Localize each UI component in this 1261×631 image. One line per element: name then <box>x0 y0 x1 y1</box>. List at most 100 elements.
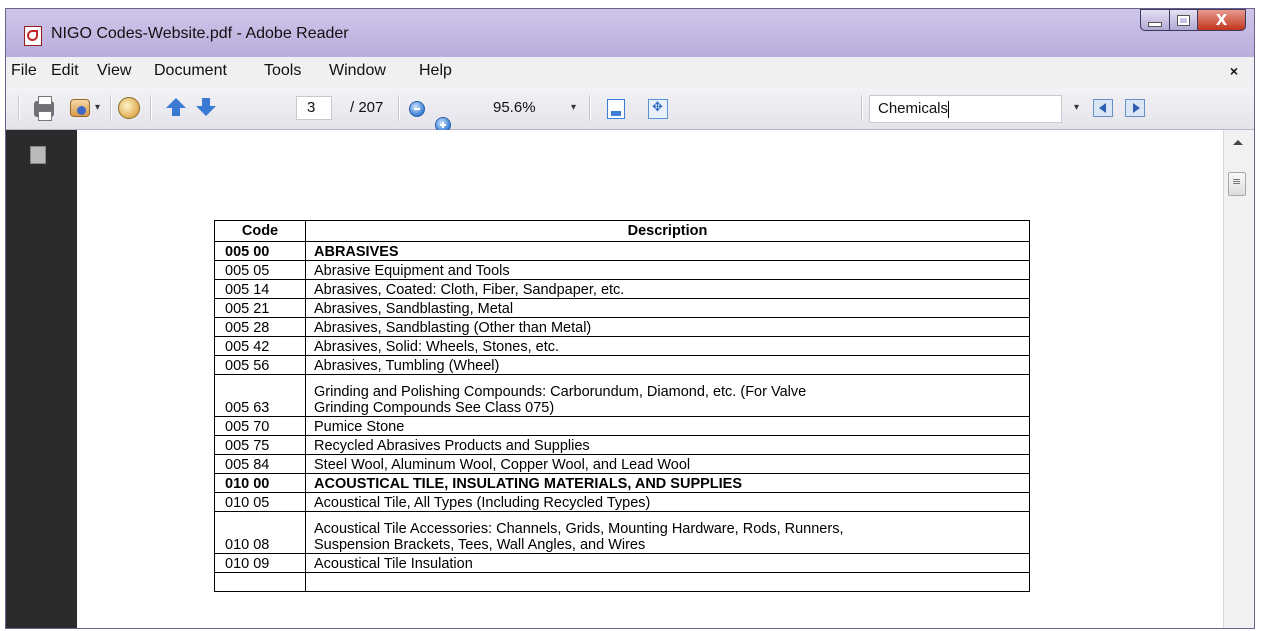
description-cell: Acoustical Tile Accessories: Channels, G… <box>305 511 1030 554</box>
menu-file[interactable]: File <box>11 62 37 80</box>
description-cell: Recycled Abrasives Products and Supplies <box>305 435 1030 455</box>
minimize-button[interactable] <box>1140 9 1170 31</box>
table-row: 005 42 Abrasives, Solid: Wheels, Stones, … <box>214 336 1030 356</box>
column-header-code: Code <box>214 220 306 242</box>
menu-view[interactable]: View <box>97 62 131 80</box>
vertical-scrollbar[interactable] <box>1223 130 1254 628</box>
code-cell: 005 84 <box>214 454 306 474</box>
printer-icon[interactable] <box>34 96 54 121</box>
pages-panel-icon[interactable] <box>26 146 46 169</box>
menu-edit[interactable]: Edit <box>51 62 79 80</box>
code-cell: 005 00 <box>214 241 306 261</box>
page-total: / 207 <box>350 99 384 116</box>
table-row: 005 21 Abrasives, Sandblasting, Metal <box>214 298 1030 318</box>
codes-table: Code Description 005 00 ABRASIVES 005 05 A… <box>214 220 1030 592</box>
fit-width-icon[interactable] <box>648 99 668 119</box>
code-cell: 005 63 <box>214 374 306 417</box>
search-value: Chemicals <box>878 100 949 117</box>
app-window: NIGO Codes-Website.pdf - Adobe Reader X … <box>5 8 1255 629</box>
toolbar: ▾ 3 / 207 95.6% ▾ Chemicals ▾ <box>6 87 1254 133</box>
find-next-icon[interactable] <box>1125 99 1145 117</box>
scroll-thumb[interactable] <box>1228 172 1246 196</box>
table-row: 010 08 Acoustical Tile Accessories: Chann… <box>214 511 1030 554</box>
minimize-icon <box>1148 21 1162 27</box>
menu-tools[interactable]: Tools <box>264 62 301 80</box>
column-header-description: Description <box>305 220 1030 242</box>
toolbar-separator <box>150 95 152 121</box>
code-cell: 005 21 <box>214 298 306 318</box>
chevron-down-icon[interactable]: ▾ <box>571 102 576 113</box>
description-cell: Acoustical Tile, All Types (Including Re… <box>305 492 1030 512</box>
find-previous-icon[interactable] <box>1093 99 1113 117</box>
code-cell: 010 08 <box>214 511 306 554</box>
description-line-2: Suspension Brackets, Tees, Wall Angles, … <box>314 537 646 553</box>
close-icon: X <box>1215 11 1228 29</box>
window-title: NIGO Codes-Website.pdf - Adobe Reader <box>51 25 349 42</box>
description-cell: ACOUSTICAL TILE, INSULATING MATERIALS, A… <box>305 473 1030 493</box>
description-cell: ABRASIVES <box>305 241 1030 261</box>
search-input[interactable]: Chemicals <box>869 95 1062 123</box>
menu-document[interactable]: Document <box>154 62 227 80</box>
description-cell: Abrasives, Sandblasting, Metal <box>305 298 1030 318</box>
menu-window[interactable]: Window <box>329 62 386 80</box>
description-cell <box>305 572 1030 592</box>
table-row <box>214 572 1030 592</box>
chevron-down-icon[interactable]: ▾ <box>95 102 100 113</box>
description-line-2: Grinding Compounds See Class 075) <box>314 400 555 416</box>
close-document-button[interactable]: × <box>1230 63 1238 79</box>
toolbar-separator <box>861 95 863 121</box>
toolbar-separator <box>110 95 112 121</box>
zoom-level[interactable]: 95.6% <box>493 99 536 116</box>
maximize-icon <box>1177 14 1190 26</box>
table-row: 005 63 Grinding and Polishing Compounds: … <box>214 374 1030 417</box>
description-cell: Pumice Stone <box>305 416 1030 436</box>
arrow-down-icon[interactable] <box>196 98 216 116</box>
menu-bar: File Edit View Document Tools Window Hel… <box>6 57 1254 87</box>
hand-tool-icon[interactable] <box>118 97 140 119</box>
code-cell: 005 56 <box>214 355 306 375</box>
zoom-out-icon[interactable] <box>409 101 425 117</box>
code-cell: 005 70 <box>214 416 306 436</box>
description-line-1: Grinding and Polishing Compounds: Carbor… <box>314 384 807 400</box>
arrow-up-icon[interactable] <box>166 98 186 116</box>
description-cell: Abrasive Equipment and Tools <box>305 260 1030 280</box>
code-cell: 010 09 <box>214 553 306 573</box>
toolbar-separator <box>398 95 400 121</box>
page-number-input[interactable]: 3 <box>296 96 332 120</box>
document-canvas[interactable]: Code Description 005 00 ABRASIVES 005 05 A… <box>77 130 1223 628</box>
window-controls: X <box>1140 9 1246 35</box>
toolbar-separator <box>589 95 591 121</box>
toolbar-separator <box>18 95 20 121</box>
maximize-button[interactable] <box>1170 9 1198 31</box>
fit-page-icon[interactable] <box>607 99 625 119</box>
code-cell: 005 42 <box>214 336 306 356</box>
scroll-up-icon[interactable] <box>1233 140 1243 145</box>
description-cell: Abrasives, Coated: Cloth, Fiber, Sandpap… <box>305 279 1030 299</box>
navigation-pane <box>6 130 77 628</box>
description-cell: Acoustical Tile Insulation <box>305 553 1030 573</box>
description-cell: Steel Wool, Aluminum Wool, Copper Wool, … <box>305 454 1030 474</box>
code-cell: 005 14 <box>214 279 306 299</box>
table-row: 005 70 Pumice Stone <box>214 416 1030 436</box>
table-header-row: Code Description <box>214 220 1030 242</box>
table-row: 010 09 Acoustical Tile Insulation <box>214 553 1030 573</box>
description-cell: Grinding and Polishing Compounds: Carbor… <box>305 374 1030 417</box>
description-cell: Abrasives, Solid: Wheels, Stones, etc. <box>305 336 1030 356</box>
description-cell: Abrasives, Sandblasting (Other than Meta… <box>305 317 1030 337</box>
title-bar[interactable]: NIGO Codes-Website.pdf - Adobe Reader X <box>6 9 1254 57</box>
code-cell: 005 28 <box>214 317 306 337</box>
code-cell: 010 05 <box>214 492 306 512</box>
table-row: 005 84 Steel Wool, Aluminum Wool, Copper … <box>214 454 1030 474</box>
chevron-down-icon[interactable]: ▾ <box>1074 102 1079 113</box>
description-line-1: Acoustical Tile Accessories: Channels, G… <box>314 521 844 537</box>
code-cell: 010 00 <box>214 473 306 493</box>
adobe-reader-icon <box>24 26 42 46</box>
table-row: 005 28 Abrasives, Sandblasting (Other tha… <box>214 317 1030 337</box>
menu-help[interactable]: Help <box>419 62 452 80</box>
close-button[interactable]: X <box>1198 9 1246 31</box>
description-cell: Abrasives, Tumbling (Wheel) <box>305 355 1030 375</box>
code-cell <box>214 572 306 592</box>
email-icon[interactable] <box>70 99 90 117</box>
code-cell: 005 05 <box>214 260 306 280</box>
code-cell: 005 75 <box>214 435 306 455</box>
